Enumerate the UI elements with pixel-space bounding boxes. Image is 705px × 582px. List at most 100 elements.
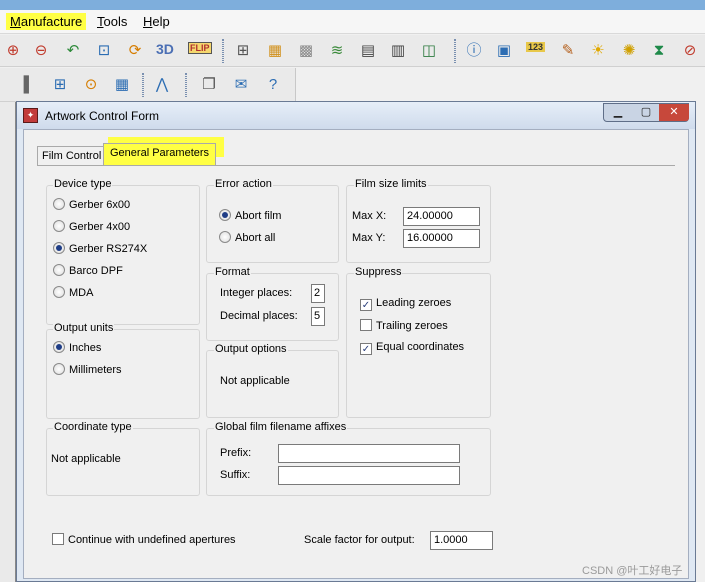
notes-icon[interactable]: ▌ [18,74,40,96]
radio-barco-dpf[interactable]: Barco DPF [53,264,123,278]
max-y-input[interactable]: 16.00000 [403,229,480,248]
radio-inches[interactable]: Inches [53,341,101,355]
view-3d-icon[interactable]: 3D [156,41,174,57]
format-title: Format [214,266,251,278]
connect-lines-icon[interactable]: ⋀ [151,74,173,96]
send-icon[interactable]: ✉ [230,74,252,96]
app-icon: ✦ [23,108,38,123]
radio-indicator [53,286,65,298]
decimal-places-label: Decimal places: [220,310,298,322]
checkbox-trailing-zeroes[interactable]: Trailing zeroes [360,319,448,333]
toolbar-separator [454,39,456,63]
form-client-area: Film Control General Parameters Device t… [23,129,689,579]
checkbox-equal-coordinates[interactable]: ✓ Equal coordinates [360,341,464,355]
radio-gerber-rs274x[interactable]: Gerber RS274X [53,242,147,256]
radio-gerber-4x00[interactable]: Gerber 4x00 [53,220,130,234]
output-options-value: Not applicable [220,375,290,387]
checkbox-label: Continue with undefined apertures [68,534,236,546]
checkbox-label: Trailing zeroes [376,320,448,332]
radio-indicator [53,341,65,353]
layers-stack-icon[interactable]: ≋ [326,40,348,62]
radio-indicator [219,231,231,243]
error-action-title: Error action [214,178,273,190]
select-grid-icon[interactable]: ⊞ [49,74,71,96]
zoom-out-icon[interactable]: ⊖ [30,40,52,62]
radio-label: MDA [69,287,94,299]
radio-gerber-6x00[interactable]: Gerber 6x00 [53,198,130,212]
top-strip [0,0,705,10]
tab-film-control[interactable]: Film Control [37,146,107,166]
prefix-input[interactable] [278,444,460,463]
color-palette-icon[interactable]: ▦ [264,40,286,62]
info-icon[interactable]: ⓘ [463,40,485,62]
toolbar-separator [185,73,187,97]
radio-label: Gerber 6x00 [69,199,131,211]
radio-abort-all[interactable]: Abort all [219,231,275,245]
menu-help[interactable]: Help [139,13,174,30]
radio-millimeters[interactable]: Millimeters [53,363,122,377]
max-x-label: Max X: [352,210,387,222]
checkbox-label: Equal coordinates [376,341,465,353]
radio-indicator [53,363,65,375]
radio-label: Gerber RS274X [69,243,148,255]
output-units-title: Output units [53,322,115,334]
error-action-group [206,185,339,263]
artwork-control-form-window: ✦ Artwork Control Form ▁ ▢ ✕ Film Contro… [16,101,696,582]
no-entry-icon[interactable]: ⊘ [679,40,701,62]
world-view-icon[interactable]: ◫ [418,40,440,62]
via-icon[interactable]: ⊙ [80,74,102,96]
close-button[interactable]: ✕ [659,104,689,121]
dehighlight-icon[interactable]: ✺ [618,40,640,62]
hourglass-icon[interactable]: ⧗ [648,40,670,62]
layer-visibility-icon[interactable]: ▩ [295,40,317,62]
highlight-icon[interactable]: ☀ [587,40,609,62]
left-panel-edge [0,102,16,582]
grid-icon[interactable]: ⊞ [232,40,254,62]
zoom-previous-icon[interactable]: ↶ [62,40,84,62]
help-icon[interactable]: ? [262,74,284,96]
flip-board-icon[interactable]: FLIP [188,42,212,54]
maximize-button[interactable]: ▢ [632,104,660,121]
redraw-icon[interactable]: ⟳ [124,40,146,62]
reports-icon[interactable]: ▣ [493,40,515,62]
menu-tools[interactable]: Tools [93,13,131,30]
dfa-table-icon[interactable]: ▥ [387,40,409,62]
device-type-title: Device type [53,178,113,190]
matrix-icon[interactable]: ▦ [111,74,133,96]
tab-film-control-label: Film Control [42,150,102,162]
checkbox-leading-zeroes[interactable]: ✓ Leading zeroes [360,297,451,311]
checkbox-continue-undefined-apertures[interactable]: Continue with undefined apertures [52,533,236,547]
window-titlebar[interactable]: ✦ Artwork Control Form ▁ ▢ ✕ [17,102,695,129]
menu-manufacture[interactable]: Manufacture [6,13,87,30]
scale-factor-input[interactable]: 1.0000 [430,531,493,550]
integer-places-input[interactable]: 2 [311,284,325,303]
radio-mda[interactable]: MDA [53,286,93,300]
measure-icon[interactable]: 123 [526,42,546,52]
watermark: CSDN @叶工好电子 [582,565,683,577]
integer-places-label: Integer places: [220,287,293,299]
radio-label: Millimeters [69,364,122,376]
suffix-input[interactable] [278,466,460,485]
max-x-input[interactable]: 24.00000 [403,207,480,226]
cm-setup-icon[interactable]: ▤ [357,40,379,62]
suffix-label: Suffix: [220,469,251,481]
radio-abort-film[interactable]: Abort film [219,209,281,223]
window-title: Artwork Control Form [45,109,160,123]
suppress-title: Suppress [354,266,403,278]
max-y-label: Max Y: [352,232,386,244]
menu-bar: Manufacture Tools Help [0,10,705,34]
radio-indicator [53,264,65,276]
brush-icon[interactable]: ✎ [557,40,579,62]
decimal-places-input[interactable]: 5 [311,307,325,326]
menu-manufacture-rest: anufacture [20,14,83,29]
copy-sheets-icon[interactable]: ❐ [198,74,220,96]
zoom-in-icon[interactable]: ⊕ [2,40,24,62]
coordinate-type-value: Not applicable [51,453,121,465]
zoom-window-icon[interactable]: ⊡ [93,40,115,62]
minimize-button[interactable]: ▁ [604,104,632,121]
filename-affixes-title: Global film filename affixes [214,421,348,433]
radio-label: Abort film [235,210,282,222]
tab-general-parameters[interactable]: General Parameters [103,143,217,165]
radio-label: Gerber 4x00 [69,221,131,233]
radio-label: Inches [69,342,102,354]
